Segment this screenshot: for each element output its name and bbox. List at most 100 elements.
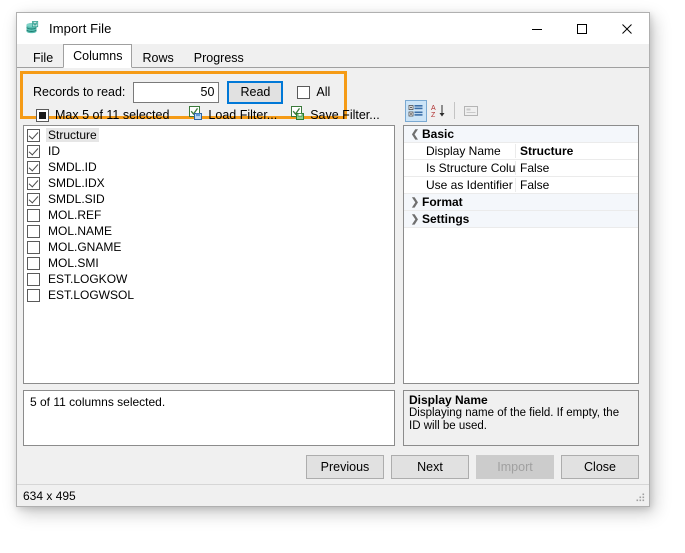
property-row[interactable]: Display Name Structure <box>404 143 638 160</box>
close-button[interactable]: Close <box>561 455 639 479</box>
all-checkbox[interactable] <box>297 86 310 99</box>
tab-file[interactable]: File <box>23 47 63 68</box>
save-filter-button[interactable]: Save Filter... <box>286 105 384 125</box>
save-filter-icon <box>291 106 306 124</box>
minimize-icon[interactable] <box>514 13 559 44</box>
tab-progress-label: Progress <box>194 51 244 65</box>
property-grid-toolbar-separator <box>454 102 455 119</box>
selection-info-box: 5 of 11 columns selected. <box>23 390 395 446</box>
max-selected-label: Max 5 of 11 selected <box>55 108 169 122</box>
property-description-title: Display Name <box>409 394 633 407</box>
property-value[interactable]: Structure <box>516 144 638 158</box>
column-checkbox[interactable] <box>27 129 40 142</box>
chevron-down-icon[interactable]: ❮ <box>408 129 422 140</box>
column-checkbox[interactable] <box>27 225 40 238</box>
records-to-read-row: Records to read: Read All <box>33 81 330 103</box>
close-icon[interactable] <box>604 13 649 44</box>
tab-rows[interactable]: Rows <box>132 47 183 68</box>
property-name: Is Structure Colu <box>404 161 516 175</box>
property-row[interactable]: Use as Identifier False <box>404 177 638 194</box>
resize-grip-icon[interactable] <box>634 491 646 503</box>
records-to-read-input[interactable] <box>133 82 219 103</box>
window-title: Import File <box>49 21 112 36</box>
property-description-box: Display Name Displaying name of the fiel… <box>403 390 639 446</box>
property-name: Display Name <box>404 144 516 158</box>
property-pages-icon <box>460 100 482 122</box>
filter-toolbar-row: Max 5 of 11 selected Load Filte <box>31 104 341 126</box>
column-checkbox[interactable] <box>27 161 40 174</box>
tab-file-label: File <box>33 51 53 65</box>
column-checkbox[interactable] <box>27 241 40 254</box>
import-file-window: Import File File Columns Rows Progress <box>16 12 650 507</box>
read-button[interactable]: Read <box>227 81 283 104</box>
next-button[interactable]: Next <box>391 455 469 479</box>
column-label: ID <box>46 144 62 158</box>
title-bar[interactable]: Import File <box>17 13 649 44</box>
property-category-label: Format <box>422 195 463 209</box>
window-controls <box>514 13 649 44</box>
list-item[interactable]: SMDL.ID <box>24 159 394 175</box>
list-item[interactable]: EST.LOGWSOL <box>24 287 394 303</box>
column-label: EST.LOGWSOL <box>46 288 136 302</box>
sort-alphabetical-icon[interactable]: A Z <box>427 100 449 122</box>
list-item[interactable]: Structure <box>24 127 394 143</box>
column-label: SMDL.SID <box>46 192 107 206</box>
list-item[interactable]: SMDL.SID <box>24 191 394 207</box>
column-checkbox[interactable] <box>27 257 40 270</box>
max-selected-checkbox[interactable] <box>36 109 49 122</box>
tab-strip: File Columns Rows Progress <box>17 44 649 68</box>
tab-rows-label: Rows <box>142 51 173 65</box>
column-label: SMDL.IDX <box>46 176 107 190</box>
property-category-row[interactable]: ❯ Format <box>404 194 638 211</box>
property-category-label: Settings <box>422 212 469 226</box>
status-bar-text: 634 x 495 <box>23 489 76 503</box>
selection-info-text: 5 of 11 columns selected. <box>30 395 165 409</box>
column-checkbox[interactable] <box>27 273 40 286</box>
list-item[interactable]: MOL.REF <box>24 207 394 223</box>
max-selected-toggle[interactable]: Max 5 of 11 selected <box>31 105 174 125</box>
list-item[interactable]: MOL.SMI <box>24 255 394 271</box>
property-value[interactable]: False <box>516 178 638 192</box>
load-filter-button[interactable]: Load Filter... <box>184 105 282 125</box>
property-grid-toolbar: A Z <box>403 98 639 123</box>
maximize-icon[interactable] <box>559 13 604 44</box>
import-button: Import <box>476 455 554 479</box>
property-category-row[interactable]: ❮ Basic <box>404 126 638 143</box>
column-label: EST.LOGKOW <box>46 272 129 286</box>
chevron-right-icon[interactable]: ❯ <box>408 214 422 225</box>
columns-page: Records to read: Read All Max 5 of 11 se… <box>17 68 649 484</box>
column-checkbox[interactable] <box>27 145 40 158</box>
property-category-row[interactable]: ❯ Settings <box>404 211 638 228</box>
property-row[interactable]: Is Structure Colu False <box>404 160 638 177</box>
column-label: SMDL.ID <box>46 160 99 174</box>
tab-progress[interactable]: Progress <box>184 47 254 68</box>
column-checkbox[interactable] <box>27 209 40 222</box>
screenshot-root: Import File File Columns Rows Progress <box>0 0 685 553</box>
property-name: Use as Identifier <box>404 178 516 192</box>
column-checkbox[interactable] <box>27 177 40 190</box>
list-item[interactable]: MOL.GNAME <box>24 239 394 255</box>
column-checkbox[interactable] <box>27 193 40 206</box>
records-to-read-label: Records to read: <box>33 85 125 99</box>
column-checkbox[interactable] <box>27 289 40 302</box>
previous-button[interactable]: Previous <box>306 455 384 479</box>
chevron-right-icon[interactable]: ❯ <box>408 197 422 208</box>
svg-text:A: A <box>431 105 436 112</box>
all-label: All <box>316 85 330 99</box>
dialog-button-row: Previous Next Import Close <box>23 455 639 481</box>
status-bar: 634 x 495 <box>17 484 649 506</box>
categorized-view-icon[interactable] <box>405 100 427 122</box>
columns-list[interactable]: Structure ID SMDL.ID SMDL.IDX SMDL.SID <box>23 125 395 384</box>
list-item[interactable]: MOL.NAME <box>24 223 394 239</box>
property-value[interactable]: False <box>516 161 638 175</box>
property-category-label: Basic <box>422 127 454 141</box>
property-grid[interactable]: ❮ Basic Display Name Structure Is Struct… <box>403 125 639 384</box>
tab-columns[interactable]: Columns <box>63 44 132 68</box>
column-label: MOL.NAME <box>46 224 114 238</box>
svg-text:Z: Z <box>431 112 436 119</box>
list-item[interactable]: ID <box>24 143 394 159</box>
list-item[interactable]: EST.LOGKOW <box>24 271 394 287</box>
property-description-text: Displaying name of the field. If empty, … <box>409 407 633 433</box>
list-item[interactable]: SMDL.IDX <box>24 175 394 191</box>
column-label: MOL.SMI <box>46 256 101 270</box>
